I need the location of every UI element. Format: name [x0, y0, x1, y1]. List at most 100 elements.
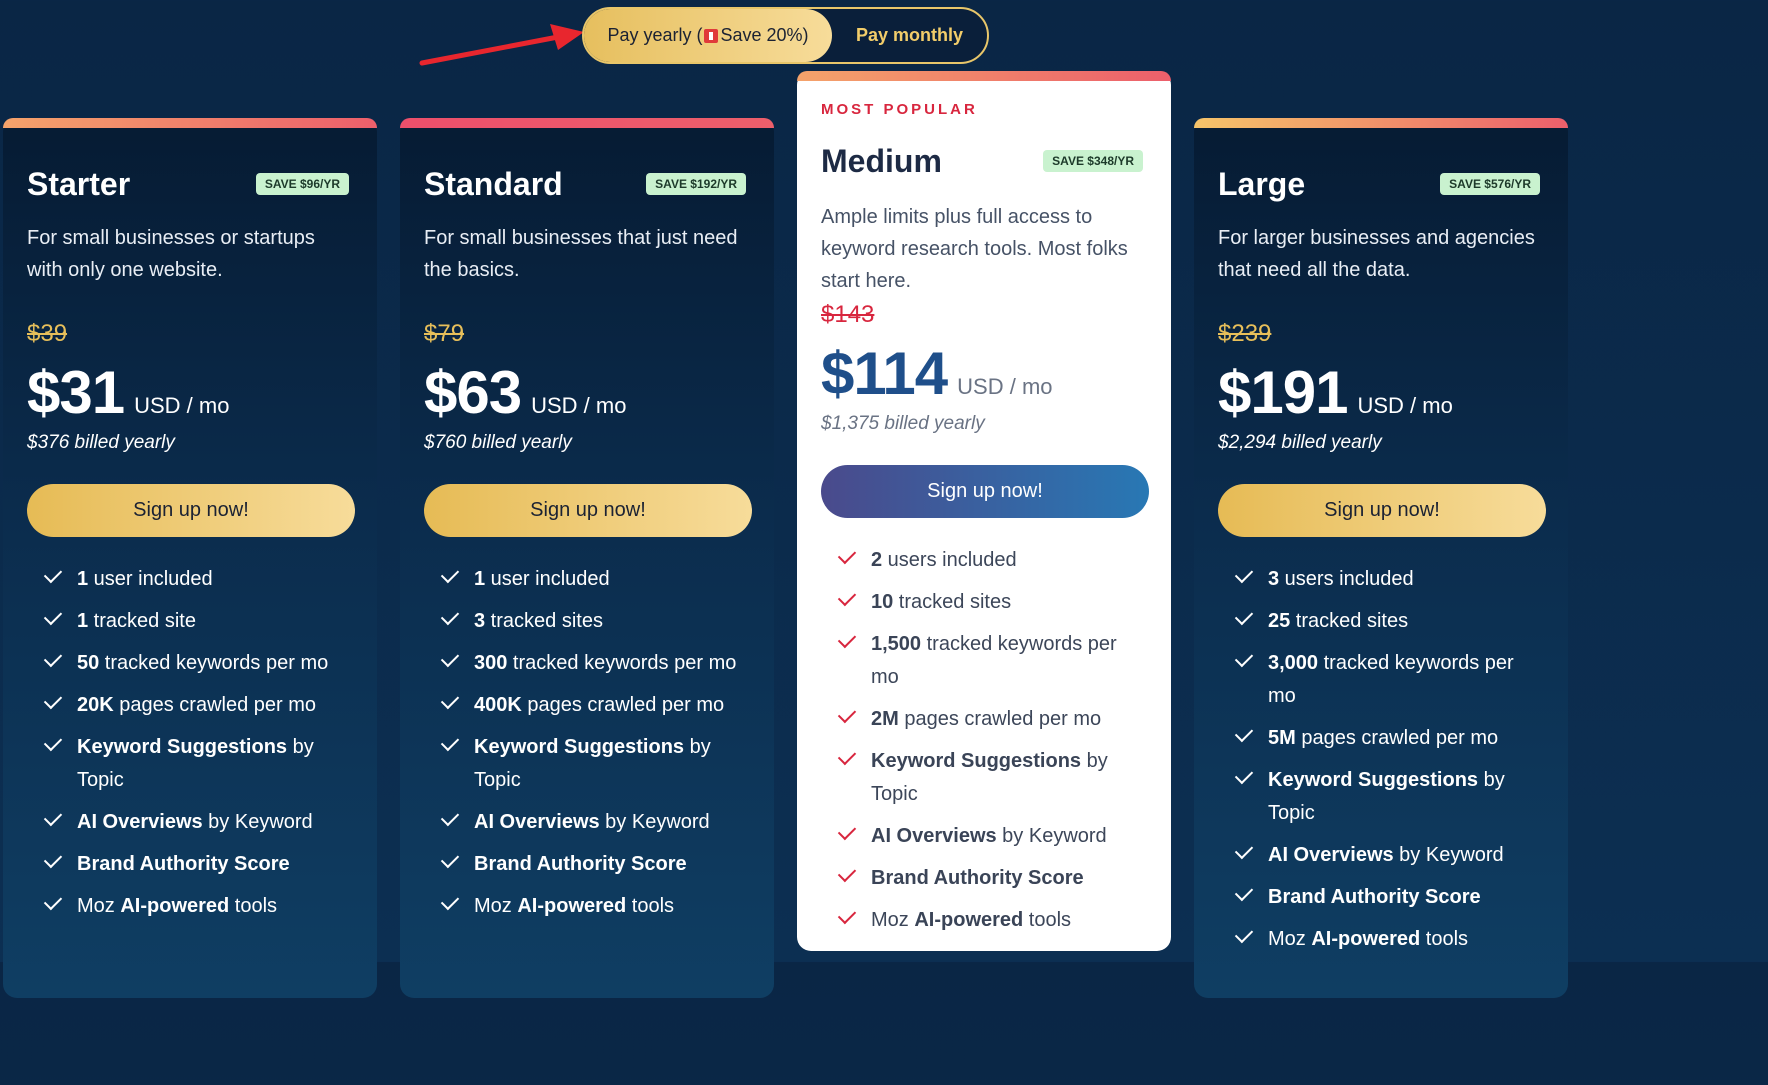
feature-highlight: Brand Authority Score	[77, 853, 290, 875]
red-arrow-icon	[419, 24, 584, 66]
check-icon	[43, 690, 63, 710]
billed-yearly: $2,294 billed yearly	[1218, 432, 1382, 453]
feature-highlight: 25	[1268, 610, 1291, 632]
check-icon	[440, 648, 460, 668]
pay-monthly-option[interactable]: Pay monthly	[832, 9, 987, 62]
plan-header: Large SAVE $576/YR	[1218, 164, 1544, 204]
feature-highlight: 1	[77, 610, 89, 632]
feature-item: Brand Authority Score	[837, 862, 1147, 895]
check-icon	[837, 821, 857, 841]
check-icon	[837, 629, 857, 649]
sign-up-button[interactable]: Sign up now!	[424, 484, 752, 537]
feature-highlight: 5M	[1268, 727, 1296, 749]
feature-highlight: AI Overviews	[871, 825, 997, 847]
price-row: $191 USD / mo	[1218, 358, 1544, 426]
plan-card-large: Large SAVE $576/YR For larger businesses…	[1194, 118, 1568, 998]
feature-item: Keyword Suggestions by Topic	[1234, 764, 1544, 830]
feature-highlight: 1	[77, 568, 89, 590]
feature-highlight: AI-powered	[1311, 928, 1421, 950]
plan-header: Standard SAVE $192/YR	[424, 164, 750, 204]
feature-item: 20K pages crawled per mo	[43, 689, 353, 722]
feature-highlight: Brand Authority Score	[474, 853, 687, 875]
feature-text: tracked keywords per mo	[507, 652, 737, 674]
feature-highlight: 400K	[474, 694, 522, 716]
billed-yearly: $760 billed yearly	[424, 432, 572, 453]
plan-price: $31	[27, 359, 125, 426]
billed-yearly: $1,375 billed yearly	[821, 413, 985, 434]
check-icon	[1234, 564, 1254, 584]
feature-item: 3,000 tracked keywords per mo	[1234, 647, 1544, 713]
check-icon	[1234, 648, 1254, 668]
feature-list: 2 users included 10 tracked sites 1,500 …	[821, 544, 1147, 937]
feature-highlight: 1,500	[871, 633, 922, 655]
check-icon	[440, 807, 460, 827]
feature-highlight: Brand Authority Score	[871, 867, 1084, 889]
check-icon	[1234, 924, 1254, 944]
feature-text: pages crawled per mo	[898, 708, 1102, 730]
check-icon	[43, 606, 63, 626]
feature-highlight: 300	[474, 652, 508, 674]
feature-text: tools	[1420, 928, 1469, 950]
feature-highlight: 3	[1268, 568, 1280, 590]
feature-item: Moz AI-powered tools	[43, 890, 353, 923]
plan-price: $191	[1218, 359, 1348, 426]
check-icon	[837, 545, 857, 565]
feature-text: tracked sites	[485, 610, 603, 632]
check-icon	[1234, 723, 1254, 743]
plan-description: For larger businesses and agencies that …	[1218, 227, 1535, 281]
feature-text: pages crawled per mo	[521, 694, 725, 716]
feature-highlight: Keyword Suggestions	[474, 736, 685, 758]
price-row: $31 USD / mo	[27, 358, 353, 426]
feature-prefix: Moz	[77, 895, 121, 917]
feature-text: pages crawled per mo	[113, 694, 317, 716]
feature-text: tracked sites	[1290, 610, 1409, 632]
feature-text: tools	[626, 895, 675, 917]
plan-name: Starter	[27, 165, 131, 202]
plan-name: Medium	[821, 142, 942, 179]
save-badge: SAVE $192/YR	[646, 173, 746, 195]
feature-item: AI Overviews by Keyword	[440, 806, 750, 839]
sign-up-button[interactable]: Sign up now!	[1218, 484, 1546, 537]
feature-item: 5M pages crawled per mo	[1234, 722, 1544, 755]
check-icon	[1234, 840, 1254, 860]
plan-card-starter: Starter SAVE $96/YR For small businesses…	[3, 118, 377, 998]
feature-prefix: Moz	[474, 895, 518, 917]
check-icon	[837, 905, 857, 925]
feature-highlight: Brand Authority Score	[1268, 886, 1481, 908]
feature-text: by Keyword	[1393, 844, 1504, 866]
check-icon	[43, 849, 63, 869]
check-icon	[440, 564, 460, 584]
save-badge: SAVE $576/YR	[1440, 173, 1540, 195]
plan-description: For small businesses that just need the …	[424, 227, 738, 281]
plan-card-standard: Standard SAVE $192/YR For small business…	[400, 118, 774, 998]
check-icon	[43, 807, 63, 827]
feature-highlight: Keyword Suggestions	[1268, 769, 1479, 791]
feature-highlight: 50	[77, 652, 100, 674]
feature-highlight: AI Overviews	[77, 811, 203, 833]
feature-item: Brand Authority Score	[440, 848, 750, 881]
feature-highlight: AI-powered	[914, 909, 1024, 931]
sign-up-button[interactable]: Sign up now!	[821, 465, 1149, 518]
price-unit: USD / mo	[531, 393, 627, 418]
feature-highlight: Keyword Suggestions	[77, 736, 288, 758]
feature-item: AI Overviews by Keyword	[43, 806, 353, 839]
sign-up-button[interactable]: Sign up now!	[27, 484, 355, 537]
original-price: $143	[821, 301, 875, 328]
check-icon	[1234, 765, 1254, 785]
check-icon	[837, 746, 857, 766]
feature-text: by Keyword	[202, 811, 313, 833]
save-badge: SAVE $348/YR	[1043, 150, 1143, 172]
pay-yearly-option[interactable]: Pay yearly ( Save 20%)	[584, 9, 832, 62]
plan-header: Medium SAVE $348/YR	[821, 141, 1147, 181]
feature-item: 400K pages crawled per mo	[440, 689, 750, 722]
feature-text: user included	[485, 568, 610, 590]
feature-item: 50 tracked keywords per mo	[43, 647, 353, 680]
price-row: $63 USD / mo	[424, 358, 750, 426]
plan-name: Large	[1218, 165, 1306, 202]
feature-highlight: 3,000	[1268, 652, 1319, 674]
check-icon	[440, 690, 460, 710]
plan-name: Standard	[424, 165, 563, 202]
check-icon	[440, 891, 460, 911]
feature-item: 1 user included	[440, 563, 750, 596]
feature-text: tracked site	[88, 610, 196, 632]
